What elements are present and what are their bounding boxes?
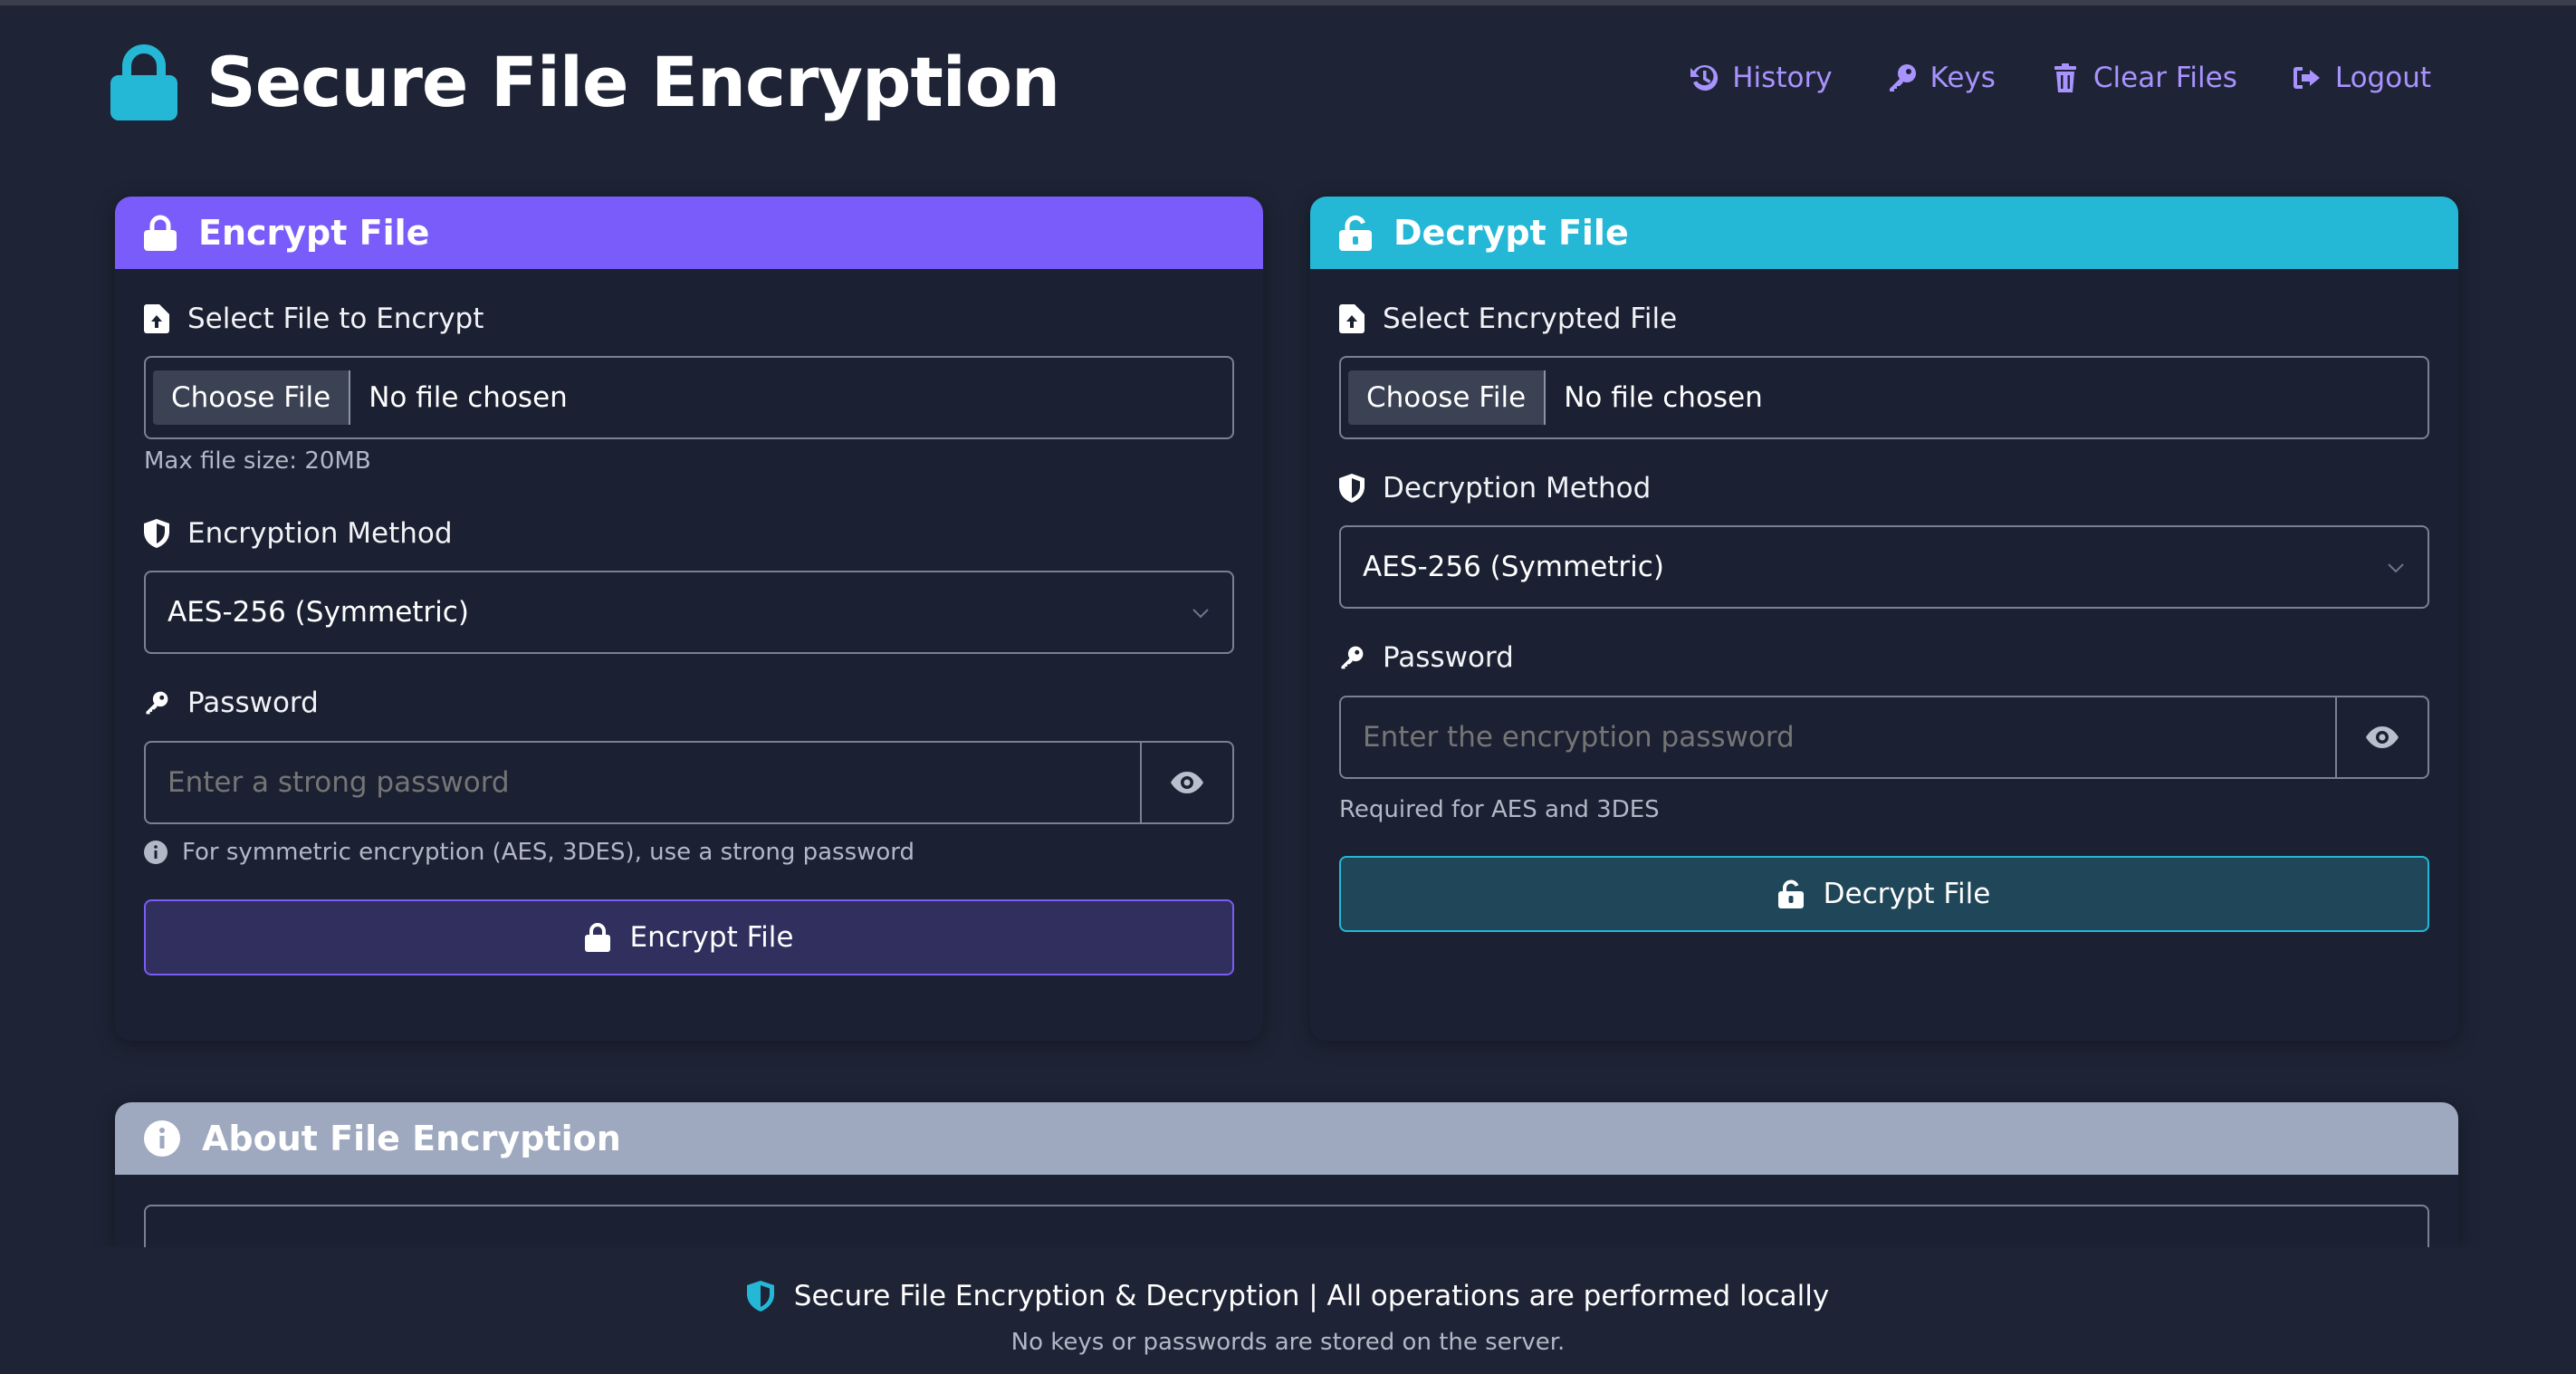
nav-history-label: History (1732, 62, 1833, 94)
encrypt-card: Encrypt File Select File to Encrypt Choo… (115, 197, 1263, 1041)
shield-icon (1339, 474, 1365, 503)
trash-icon (2054, 63, 2076, 92)
nav-clear-files-label: Clear Files (2092, 62, 2237, 94)
eye-icon (2366, 726, 2399, 748)
password-hint: For symmetric encryption (AES, 3DES), us… (144, 839, 915, 866)
encrypt-file-button[interactable]: Encrypt File (144, 899, 1234, 975)
unlock-icon (1339, 216, 1372, 251)
choose-file-button[interactable]: Choose File (153, 370, 351, 425)
toggle-password-button[interactable] (1140, 743, 1232, 822)
about-card: About File Encryption (115, 1102, 2458, 1247)
encryption-method-label: Encryption Method (144, 517, 453, 550)
max-file-size-hint: Max file size: 20MB (144, 447, 371, 475)
file-upload-icon (1339, 304, 1365, 333)
brand: Secure File Encryption (110, 42, 1060, 122)
key-icon (146, 691, 168, 715)
choose-file-button[interactable]: Choose File (1348, 370, 1547, 425)
key-icon (1889, 64, 1916, 91)
about-accordion-item[interactable] (144, 1205, 2429, 1247)
encrypt-password-input[interactable] (146, 743, 1140, 822)
encryption-method-select[interactable]: AES-256 (Symmetric) (144, 571, 1234, 654)
unlock-icon (1777, 879, 1804, 908)
decryption-method-value: AES-256 (Symmetric) (1363, 551, 1664, 583)
decrypt-password-group (1339, 696, 2429, 779)
encrypt-password-label: Password (144, 687, 319, 719)
footer-sub: No keys or passwords are stored on the s… (1010, 1329, 1566, 1356)
info-icon (144, 1120, 180, 1157)
file-status: No file chosen (369, 381, 568, 414)
eye-icon (1171, 772, 1203, 793)
nav-logout[interactable]: Logout (2292, 62, 2431, 94)
encrypt-file-input[interactable]: Choose File No file chosen (144, 356, 1234, 439)
lock-icon (110, 43, 177, 120)
history-icon (1690, 64, 1719, 91)
decrypt-card-header: Decrypt File (1310, 197, 2458, 269)
nav-keys-label: Keys (1930, 62, 1996, 94)
footer: Secure File Encryption & Decryption | Al… (0, 1247, 2576, 1374)
decrypt-file-button[interactable]: Decrypt File (1339, 856, 2429, 932)
info-icon (144, 841, 168, 864)
app-header: Secure File Encryption History Keys Clea… (0, 5, 2576, 159)
nav-history[interactable]: History (1689, 62, 1833, 94)
file-status: No file chosen (1564, 381, 1763, 414)
decryption-method-label: Decryption Method (1339, 472, 1651, 504)
encrypt-file-label: Select File to Encrypt (144, 303, 484, 335)
page-title: Secure File Encryption (206, 42, 1060, 122)
encrypt-card-title: Encrypt File (198, 213, 430, 253)
encrypt-card-header: Encrypt File (115, 197, 1263, 269)
logout-icon (2293, 67, 2320, 89)
nav-clear-files[interactable]: Clear Files (2050, 62, 2237, 94)
encryption-method-value: AES-256 (Symmetric) (168, 596, 469, 629)
decrypt-password-label: Password (1339, 641, 1514, 674)
password-hint: Required for AES and 3DES (1339, 796, 1660, 823)
decrypt-card-title: Decrypt File (1393, 213, 1629, 253)
lock-icon (584, 923, 610, 952)
decrypt-card: Decrypt File Select Encrypted File Choos… (1310, 197, 2458, 1041)
about-card-header: About File Encryption (115, 1102, 2458, 1175)
nav-keys[interactable]: Keys (1887, 62, 1996, 94)
toggle-password-button[interactable] (2335, 697, 2428, 777)
encrypt-password-group (144, 741, 1234, 824)
footer-main: Secure File Encryption & Decryption | Al… (0, 1280, 2576, 1312)
nav-logout-label: Logout (2334, 62, 2431, 94)
chevron-down-icon (2388, 563, 2404, 573)
decryption-method-select[interactable]: AES-256 (Symmetric) (1339, 525, 2429, 609)
shield-icon (746, 1281, 774, 1312)
key-icon (1341, 646, 1364, 669)
decrypt-file-label: Select Encrypted File (1339, 303, 1677, 335)
about-card-title: About File Encryption (202, 1119, 621, 1158)
shield-icon (144, 519, 169, 548)
top-nav: History Keys Clear Files Logout (1634, 62, 2431, 94)
file-upload-icon (144, 304, 169, 333)
lock-icon (144, 215, 177, 251)
chevron-down-icon (1192, 609, 1209, 619)
decrypt-password-input[interactable] (1341, 697, 2335, 777)
decrypt-file-input[interactable]: Choose File No file chosen (1339, 356, 2429, 439)
